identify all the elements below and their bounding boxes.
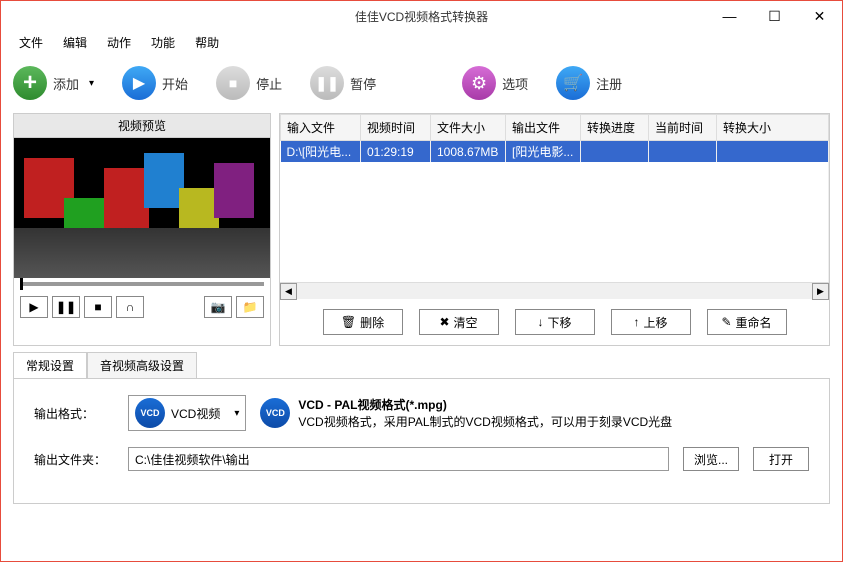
progress-area	[14, 278, 270, 290]
stop-button-small[interactable]: ■	[84, 296, 112, 318]
minimize-button[interactable]: —	[707, 1, 752, 31]
col-output[interactable]: 输出文件	[506, 115, 581, 141]
camera-icon: 📷	[211, 300, 226, 314]
tab-headers: 常规设置 音视频高级设置	[13, 352, 830, 378]
vcd-badge-icon: VCD	[260, 398, 290, 428]
player-controls: ▶ ❚❚ ■ ∩ 📷 📁	[14, 290, 270, 324]
rename-button[interactable]: ✎重命名	[707, 309, 787, 335]
scroll-left-button[interactable]: ◀	[280, 283, 297, 300]
folder-button[interactable]: 📁	[236, 296, 264, 318]
pause-button[interactable]: ❚❚ 暂停	[310, 66, 376, 100]
titlebar: 佳佳VCD视频格式转换器 — ☐ ✕	[1, 1, 842, 31]
seek-handle[interactable]	[20, 278, 23, 290]
scroll-track[interactable]	[297, 283, 812, 299]
maximize-button[interactable]: ☐	[752, 1, 797, 31]
pause-icon: ❚❚	[315, 75, 338, 92]
menu-edit[interactable]: 编辑	[53, 32, 97, 53]
window-title: 佳佳VCD视频格式转换器	[355, 8, 488, 25]
folder-icon: 📁	[243, 300, 258, 314]
window-controls: — ☐ ✕	[707, 1, 842, 31]
options-button[interactable]: ⚙ 选项	[462, 66, 528, 100]
col-curtime[interactable]: 当前时间	[649, 115, 717, 141]
menu-help[interactable]: 帮助	[185, 32, 229, 53]
folder-row: 输出文件夹： 浏览... 打开	[34, 447, 809, 471]
close-button[interactable]: ✕	[797, 1, 842, 31]
format-select[interactable]: VCD VCD视频 ▾	[128, 395, 246, 431]
preview-title: 视频预览	[14, 114, 270, 138]
chevron-down-icon: ▾	[234, 408, 239, 419]
file-table[interactable]: 输入文件 视频时间 文件大小 输出文件 转换进度 当前时间 转换大小 D:\[阳…	[280, 114, 829, 282]
menu-action[interactable]: 动作	[97, 32, 141, 53]
trash-icon: 🗑	[341, 315, 356, 329]
arrow-up-icon: ↑	[633, 315, 639, 329]
snapshot-button[interactable]: 📷	[204, 296, 232, 318]
cart-icon: 🛒	[563, 73, 583, 93]
tab-general[interactable]: 常规设置	[13, 352, 87, 378]
tab-advanced[interactable]: 音视频高级设置	[87, 352, 197, 378]
stop-button[interactable]: ■ 停止	[216, 66, 282, 100]
add-button[interactable]: + 添加 ▾	[13, 66, 94, 100]
play-icon: ▶	[29, 300, 38, 314]
settings-tabs: 常规设置 音视频高级设置 输出格式： VCD VCD视频 ▾ VCD VCD -…	[13, 352, 830, 504]
stop-icon: ■	[229, 75, 237, 91]
clear-button[interactable]: ✖清空	[419, 309, 499, 335]
browse-button[interactable]: 浏览...	[683, 447, 739, 471]
plus-icon: +	[23, 69, 37, 97]
col-outsize[interactable]: 转换大小	[717, 115, 829, 141]
format-row: 输出格式： VCD VCD视频 ▾ VCD VCD - PAL视频格式(*.mp…	[34, 395, 809, 431]
file-list-panel: 输入文件 视频时间 文件大小 输出文件 转换进度 当前时间 转换大小 D:\[阳…	[279, 113, 830, 346]
main-area: 视频预览 ▶ ❚❚ ■ ∩ 📷 📁 输入文件	[1, 113, 842, 346]
play-button[interactable]: ▶	[20, 296, 48, 318]
tab-content: 输出格式： VCD VCD视频 ▾ VCD VCD - PAL视频格式(*.mp…	[13, 378, 830, 504]
file-table-wrap: 输入文件 视频时间 文件大小 输出文件 转换进度 当前时间 转换大小 D:\[阳…	[280, 114, 829, 282]
toolbar: + 添加 ▾ ▶ 开始 ■ 停止 ❚❚ 暂停 ⚙ 选项 🛒 注册	[1, 53, 842, 113]
vcd-badge-icon: VCD	[135, 398, 165, 428]
chevron-down-icon: ▾	[89, 78, 94, 89]
output-folder-input[interactable]	[128, 447, 669, 471]
seek-bar[interactable]	[20, 282, 264, 286]
delete-button[interactable]: 🗑删除	[323, 309, 403, 335]
movedown-button[interactable]: ↓下移	[515, 309, 595, 335]
col-progress[interactable]: 转换进度	[581, 115, 649, 141]
col-input[interactable]: 输入文件	[281, 115, 361, 141]
moveup-button[interactable]: ↑上移	[611, 309, 691, 335]
register-button[interactable]: 🛒 注册	[556, 66, 622, 100]
menu-function[interactable]: 功能	[141, 32, 185, 53]
format-label: 输出格式：	[34, 405, 114, 422]
action-row: 🗑删除 ✖清空 ↓下移 ↑上移 ✎重命名	[280, 299, 829, 345]
pause-button-small[interactable]: ❚❚	[52, 296, 80, 318]
col-duration[interactable]: 视频时间	[361, 115, 431, 141]
clear-icon: ✖	[439, 315, 449, 329]
arrow-down-icon: ↓	[537, 315, 543, 329]
horizontal-scrollbar[interactable]: ◀ ▶	[280, 282, 829, 299]
scroll-right-button[interactable]: ▶	[812, 283, 829, 300]
menu-file[interactable]: 文件	[9, 32, 53, 53]
gear-icon: ⚙	[471, 73, 487, 94]
table-row[interactable]: D:\[阳光电... 01:29:19 1008.67MB [阳光电影...	[281, 141, 829, 163]
preview-video[interactable]	[14, 138, 270, 278]
rename-icon: ✎	[721, 315, 731, 329]
preview-panel: 视频预览 ▶ ❚❚ ■ ∩ 📷 📁	[13, 113, 271, 346]
pause-icon: ❚❚	[56, 300, 76, 314]
col-size[interactable]: 文件大小	[431, 115, 506, 141]
open-button[interactable]: 打开	[753, 447, 809, 471]
loop-icon: ∩	[126, 300, 135, 314]
loop-button[interactable]: ∩	[116, 296, 144, 318]
menubar: 文件 编辑 动作 功能 帮助	[1, 31, 842, 53]
play-icon: ▶	[133, 73, 145, 93]
stop-icon: ■	[94, 300, 101, 314]
folder-label: 输出文件夹：	[34, 451, 114, 468]
format-description: VCD VCD - PAL视频格式(*.mpg) VCD视频格式，采用PAL制式…	[260, 396, 672, 430]
start-button[interactable]: ▶ 开始	[122, 66, 188, 100]
